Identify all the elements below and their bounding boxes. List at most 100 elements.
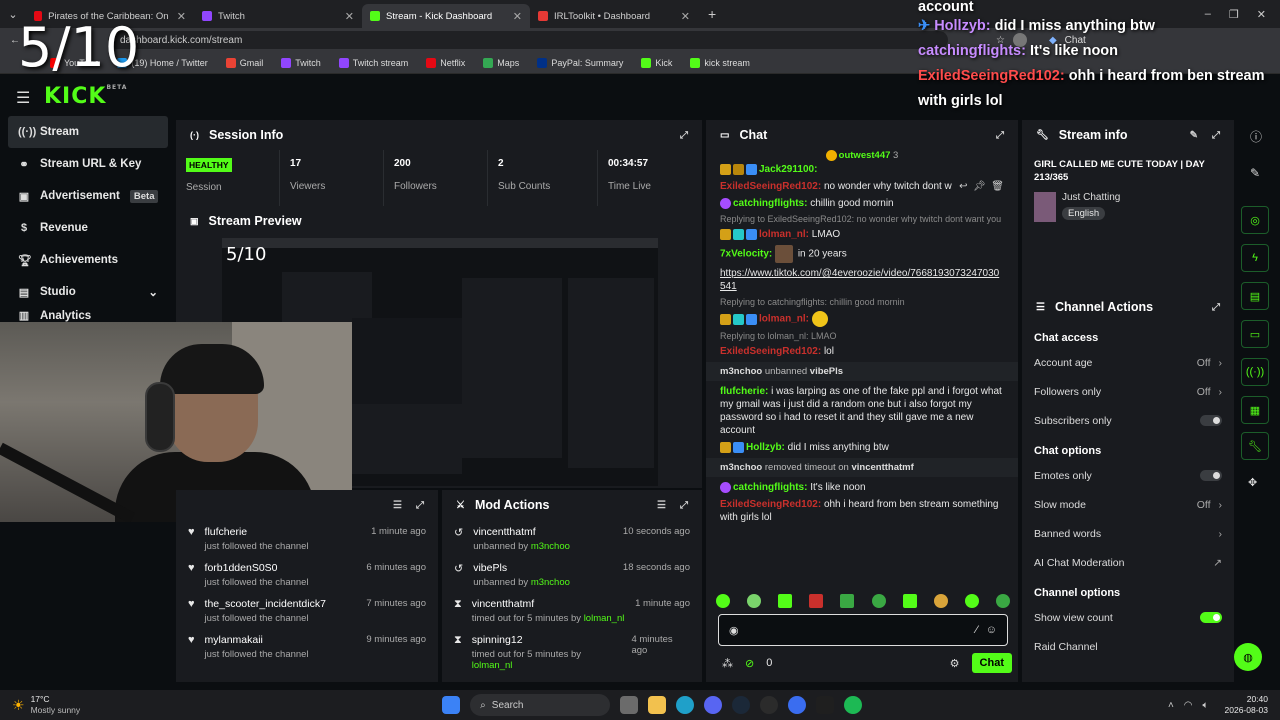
overlay-chat: account ✈ Hollzyb: did I miss anything b… [918,0,1265,109]
ai-moderation-setting[interactable]: AI Chat Moderation ↗ [1022,548,1234,577]
emoji-icon[interactable]: ☺ [986,624,997,636]
obs-icon[interactable] [760,696,779,714]
ad-icon: ▣ [18,190,30,203]
filter-icon[interactable]: ☰ [657,500,666,511]
document-icon[interactable]: ▤ [1241,282,1269,310]
slow-mode-setting[interactable]: Slow mode Off › [1022,490,1234,519]
sidebar-item-advertisement[interactable]: ▣ Advertisement Beta [0,180,172,212]
bookmark-kick-stream[interactable]: kick stream [690,57,750,68]
chat-icon[interactable]: ▭ [1241,320,1269,348]
url-input[interactable]: dashboard.kick.com/stream [108,31,948,49]
edit-icon[interactable]: ✎ [1250,166,1260,180]
puzzle-icon[interactable]: ✥ [1248,476,1257,489]
weather-widget[interactable]: 17°C Mostly sunny [31,694,81,716]
expand-icon[interactable]: ⤢ [1212,130,1220,141]
hamburger-menu-icon[interactable]: ☰ [16,88,30,108]
users-icon[interactable]: ⁂ [722,657,733,670]
task-view-icon[interactable] [620,696,639,714]
sidebar-item-achievements[interactable]: 🏆︎ Achievements [0,244,172,276]
emote[interactable] [902,594,917,608]
hourglass-icon: ⧗ [454,598,462,610]
steam-icon[interactable] [732,696,751,714]
bookmark-kick[interactable]: Kick [641,57,672,68]
sidebar-item-revenue[interactable]: $ Revenue [0,212,172,244]
discord-icon[interactable] [704,696,723,714]
sidebar-item-stream[interactable]: ((·)) Stream [8,116,168,148]
expand-icon[interactable]: ⤢ [680,500,688,511]
emote[interactable] [778,594,793,608]
sidebar-item-stream-url-key[interactable]: ⚭ Stream URL & Key [0,148,172,180]
wrench-icon[interactable]: 🔧︎ [1241,432,1269,460]
followers-only-setting[interactable]: Followers only Off › [1022,377,1234,406]
chat-input[interactable]: ◉ ⁄ ☺ [718,614,1008,646]
bookmark-twitch-stream[interactable]: Twitch stream [338,57,408,68]
new-tab-icon[interactable]: + [708,6,716,22]
gear-icon[interactable]: ⚙ [950,657,960,670]
close-icon[interactable]: ✕ [345,10,354,23]
chevron-up-icon[interactable]: ˄ [1168,700,1174,711]
pencil-icon[interactable]: ✎ [1190,130,1198,141]
close-icon[interactable]: ✕ [513,10,522,23]
expand-icon[interactable]: ⤢ [1212,302,1220,313]
layout-icon[interactable]: ▦ [1241,396,1269,424]
bookmark-twitch[interactable]: Twitch [281,57,321,68]
emote[interactable] [809,594,824,608]
ea-icon[interactable] [788,696,807,714]
camera-icon[interactable]: ◎ [1241,206,1269,234]
chat-message: catchingflights: chillin good mornin [706,195,1018,212]
command-icon[interactable]: ⁄ [976,624,978,636]
expand-icon[interactable]: ⤢ [680,130,688,141]
start-icon[interactable] [442,696,461,714]
banned-words-setting[interactable]: Banned words › [1022,519,1234,548]
account-age-setting[interactable]: Account age Off › [1022,348,1234,377]
emote[interactable] [964,594,979,608]
emote[interactable] [747,594,762,608]
volume-icon[interactable]: 🔈︎ [1203,700,1209,711]
terminal-icon[interactable] [816,696,835,714]
category-name[interactable]: Just Chatting [1062,192,1120,203]
browser-tab-irltoolkit[interactable]: IRLToolkit • Dashboard ✕ [530,4,698,28]
reply-context: Replying to catchingflights: chillin goo… [720,297,905,308]
subscribers-only-toggle[interactable] [1200,415,1222,426]
taskbar-search[interactable]: ⌕ Search [470,694,611,716]
close-icon[interactable]: ✕ [177,10,186,23]
emote[interactable] [716,594,730,608]
emote[interactable] [840,594,855,608]
trash-icon[interactable]: 🗑︎ [991,181,1004,192]
emote[interactable] [933,594,948,608]
support-chat-icon[interactable]: ◍ [1234,643,1262,671]
show-view-count-toggle[interactable] [1200,612,1222,623]
sidebar-item-studio[interactable]: ▤ Studio ⌄ [0,276,172,308]
bookmark-maps[interactable]: Maps [483,57,519,68]
spotify-icon[interactable] [844,696,863,714]
chat-link[interactable]: https://www.tiktok.com/@4everoozie/video… [706,265,1018,295]
bookmark-netflix[interactable]: Netflix [426,57,465,68]
broadcast-icon[interactable]: ((·)) [1241,358,1269,386]
browser-tab-twitch[interactable]: Twitch ✕ [194,4,362,28]
lightning-icon[interactable]: ϟ [1241,244,1269,272]
filter-icon[interactable]: ☰ [393,500,402,511]
channel-actions-header: ☰ Channel Actions ⤢ [1036,300,1220,314]
bookmark-paypal[interactable]: PayPal: Summary [537,57,623,68]
send-chat-button[interactable]: Chat [971,653,1012,673]
expand-icon[interactable]: ⤢ [416,500,424,511]
file-explorer-icon[interactable] [648,696,667,714]
chat-options-heading: Chat options [1034,445,1102,457]
emote[interactable] [871,594,886,608]
emote[interactable] [995,594,1010,608]
edge-icon[interactable] [676,696,695,714]
browser-tab-kick[interactable]: Stream - Kick Dashboard ✕ [362,4,530,28]
clock[interactable]: 20:40 2026-08-03 [1225,694,1268,716]
sidebar-item-analytics[interactable]: ▥ Analytics [0,308,172,322]
pin-icon[interactable]: 📌︎ [973,181,986,192]
network-icon[interactable]: ◠ [1184,700,1193,711]
info-icon[interactable]: ⓘ [1250,128,1262,145]
reply-icon[interactable]: ↩ [959,181,967,192]
close-icon[interactable]: ✕ [681,10,690,23]
raid-channel-setting[interactable]: Raid Channel [1022,632,1234,661]
bookmark-gmail[interactable]: Gmail [225,57,263,68]
kick-logo[interactable]: KICKBETA [44,84,127,109]
kick-icon [641,57,652,68]
emotes-only-toggle[interactable] [1200,470,1222,481]
expand-icon[interactable]: ⤢ [996,130,1004,141]
